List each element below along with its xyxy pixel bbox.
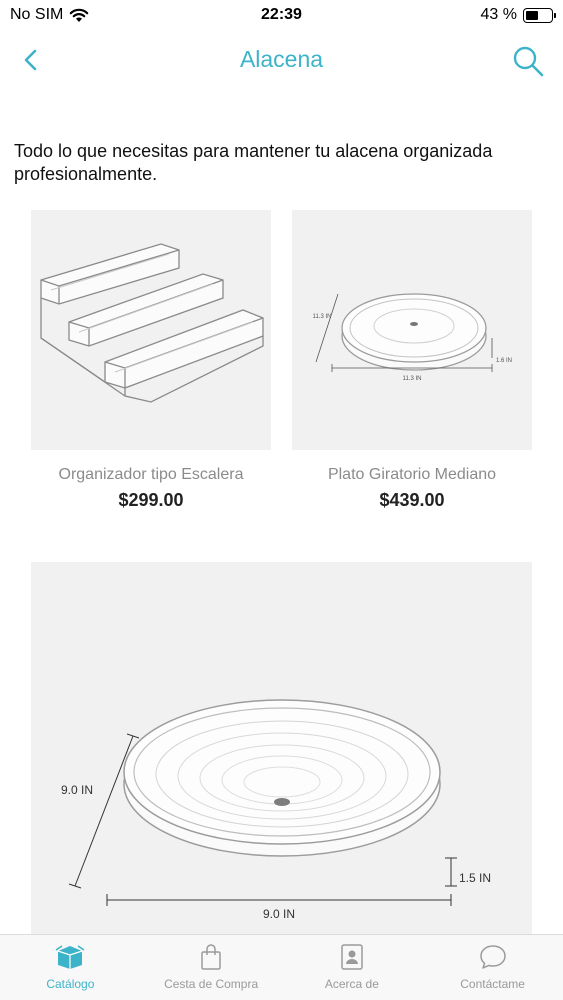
product-price: $299.00 [118, 490, 184, 510]
tab-label: Cesta de Compra [164, 977, 259, 991]
tiered-shelf-illustration [40, 243, 264, 403]
depth-dimension-label: 11.3 IN [313, 314, 332, 320]
navigation-bar: Alacena [0, 30, 563, 90]
depth-dimension-label: 9.0 IN [61, 783, 93, 797]
width-dimension-label: 11.3 IN [403, 376, 422, 382]
product-card-organizador-escalera[interactable]: Organizador tipo Escalera $299.00 [31, 210, 271, 511]
lazy-susan-large-illustration: 9.0 IN 9.0 IN 1.5 IN [61, 699, 491, 921]
product-image[interactable] [31, 210, 271, 450]
contact-card-icon [341, 944, 363, 970]
product-price: $439.00 [379, 490, 445, 510]
shopping-bag-icon [201, 944, 221, 970]
lazy-susan-illustration: 11.3 IN 11.3 IN 1.6 IN [313, 293, 512, 382]
tab-label: Catálogo [46, 977, 95, 991]
status-right: 43 % [480, 6, 556, 24]
box-icon [55, 945, 85, 969]
height-dimension-label: 1.5 IN [459, 871, 491, 885]
category-description: Todo lo que necesitas para mantener tu a… [14, 141, 493, 184]
product-card-plato-giratorio-grande[interactable]: 9.0 IN 9.0 IN 1.5 IN [31, 562, 532, 934]
chat-bubble-icon [479, 945, 506, 969]
tab-cesta-de-compra[interactable]: Cesta de Compra [141, 935, 282, 1000]
product-card-plato-giratorio-mediano[interactable]: 11.3 IN 11.3 IN 1.6 IN Plato Giratorio M… [292, 210, 532, 511]
product-image[interactable]: 9.0 IN 9.0 IN 1.5 IN [31, 562, 532, 934]
page-title: Alacena [239, 46, 324, 72]
product-name: Plato Giratorio Mediano [327, 466, 497, 483]
status-bar: No SIM 22:39 43 % [0, 0, 563, 30]
tab-bar: Catálogo Cesta de Compra Acerca de Contá… [0, 934, 563, 1000]
search-icon[interactable] [511, 44, 545, 78]
tab-label: Contáctame [460, 977, 525, 991]
tab-contactame[interactable]: Contáctame [422, 935, 563, 1000]
battery-level [526, 10, 539, 20]
product-name: Organizador tipo Escalera [58, 466, 244, 483]
width-dimension-label: 9.0 IN [263, 907, 295, 921]
tab-label: Acerca de [324, 977, 379, 991]
battery-icon [523, 7, 556, 23]
height-dimension-label: 1.6 IN [496, 358, 512, 364]
tab-acerca-de[interactable]: Acerca de [282, 935, 423, 1000]
product-image[interactable]: 11.3 IN 11.3 IN 1.6 IN [292, 210, 532, 450]
tab-catalogo[interactable]: Catálogo [0, 935, 141, 1000]
battery-percent: 43 % [480, 6, 517, 23]
status-time: 22:39 [261, 6, 302, 23]
